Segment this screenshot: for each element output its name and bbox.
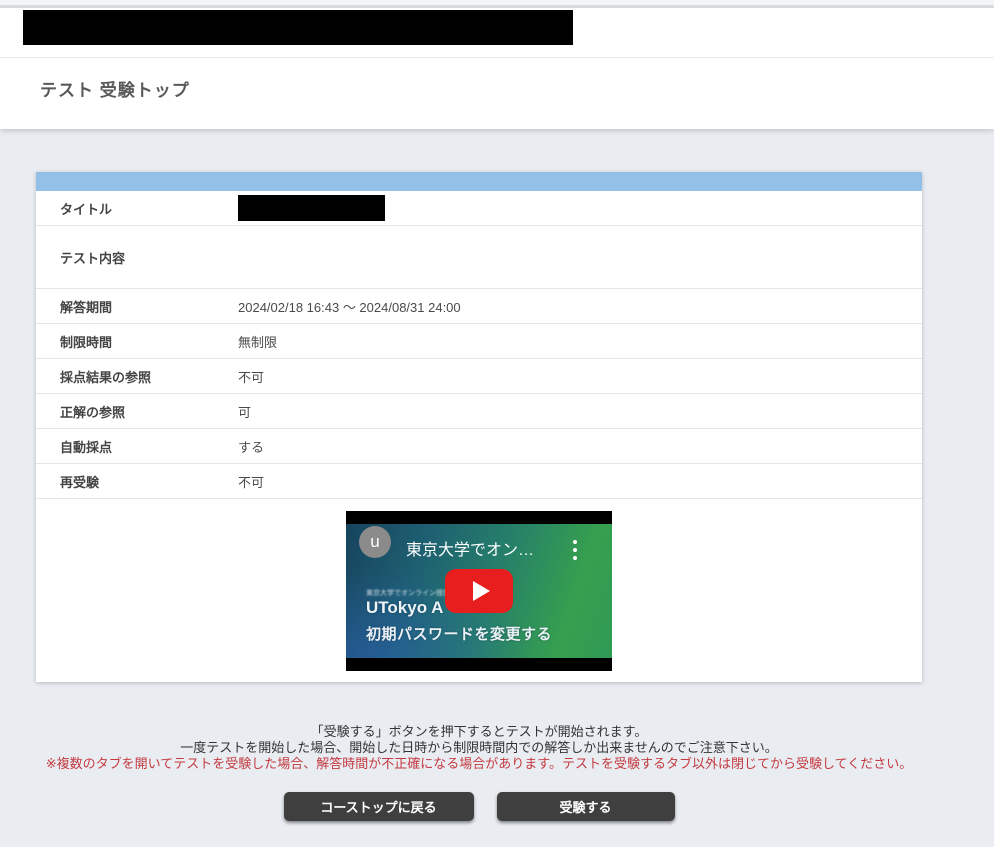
take-test-button[interactable]: 受験する bbox=[497, 792, 675, 821]
test-info-card: タイトル テスト内容 解答期間 2024/02/18 16:43 ～ 2024/… bbox=[36, 172, 922, 682]
header-divider bbox=[0, 57, 994, 58]
row-value: 可 bbox=[238, 402, 922, 421]
table-row-answer-period: 解答期間 2024/02/18 16:43 ～ 2024/08/31 24:00 bbox=[36, 288, 922, 323]
page-title: テスト 受験トップ bbox=[40, 76, 190, 101]
notice-block: 「受験する」ボタンを押下するとテストが開始されます。 一度テストを開始した場合、… bbox=[36, 724, 922, 772]
youtube-play-button[interactable] bbox=[445, 569, 513, 613]
redacted-test-title bbox=[238, 195, 385, 221]
redacted-navigation-bar bbox=[23, 10, 573, 45]
row-label: テスト内容 bbox=[36, 248, 238, 267]
row-label: 自動採点 bbox=[36, 437, 238, 456]
back-to-course-top-button[interactable]: コーストップに戻る bbox=[284, 792, 474, 821]
video-row: 東京大学でオンライン授業 UTokyo A 初期パスワードを変更する u 東京大… bbox=[36, 498, 922, 682]
card-accent-bar bbox=[36, 172, 922, 191]
row-label: 制限時間 bbox=[36, 332, 238, 351]
thumbnail-small-text: 東京大学でオンライン授業 bbox=[366, 588, 450, 598]
kebab-menu-icon[interactable] bbox=[570, 537, 580, 563]
youtube-embed[interactable]: 東京大学でオンライン授業 UTokyo A 初期パスワードを変更する u 東京大… bbox=[346, 511, 612, 671]
table-row-answer-reference: 正解の参照 可 bbox=[36, 393, 922, 428]
row-label: 解答期間 bbox=[36, 297, 238, 316]
app-header: テスト 受験トップ bbox=[0, 8, 994, 129]
table-row-title: タイトル bbox=[36, 191, 922, 225]
row-value: 不可 bbox=[238, 367, 922, 386]
video-title-link[interactable]: 東京大学でオン… bbox=[406, 536, 534, 560]
row-label: 正解の参照 bbox=[36, 402, 238, 421]
notice-warning-line: ※複数のタブを開いてテストを受験した場合、解答時間が不正確になる場合があります。… bbox=[36, 756, 922, 772]
row-label: 採点結果の参照 bbox=[36, 367, 238, 386]
row-value: 無制限 bbox=[238, 332, 922, 351]
play-triangle-icon bbox=[473, 581, 490, 601]
row-label: 再受験 bbox=[36, 472, 238, 491]
table-row-content: テスト内容 bbox=[36, 225, 922, 288]
row-value: 不可 bbox=[238, 472, 922, 491]
row-value: 2024/02/18 16:43 ～ 2024/08/31 24:00 bbox=[238, 297, 922, 316]
table-row-time-limit: 制限時間 無制限 bbox=[36, 323, 922, 358]
action-buttons: コーストップに戻る 受験する bbox=[36, 792, 922, 821]
thumbnail-heading: UTokyo A bbox=[366, 598, 443, 618]
row-value: する bbox=[238, 437, 922, 456]
row-value bbox=[238, 195, 922, 221]
notice-line-1: 「受験する」ボタンを押下するとテストが開始されます。 bbox=[36, 724, 922, 740]
thumbnail-subheading: 初期パスワードを変更する bbox=[366, 623, 552, 644]
notice-line-2: 一度テストを開始した場合、開始した日時から制限時間内での解答しか出来ませんのでご… bbox=[36, 740, 922, 756]
channel-avatar[interactable]: u bbox=[359, 526, 391, 558]
table-row-score-reference: 採点結果の参照 不可 bbox=[36, 358, 922, 393]
table-row-auto-scoring: 自動採点 する bbox=[36, 428, 922, 463]
main-content: タイトル テスト内容 解答期間 2024/02/18 16:43 ～ 2024/… bbox=[36, 172, 922, 821]
row-label: タイトル bbox=[36, 199, 238, 218]
table-row-retake: 再受験 不可 bbox=[36, 463, 922, 498]
